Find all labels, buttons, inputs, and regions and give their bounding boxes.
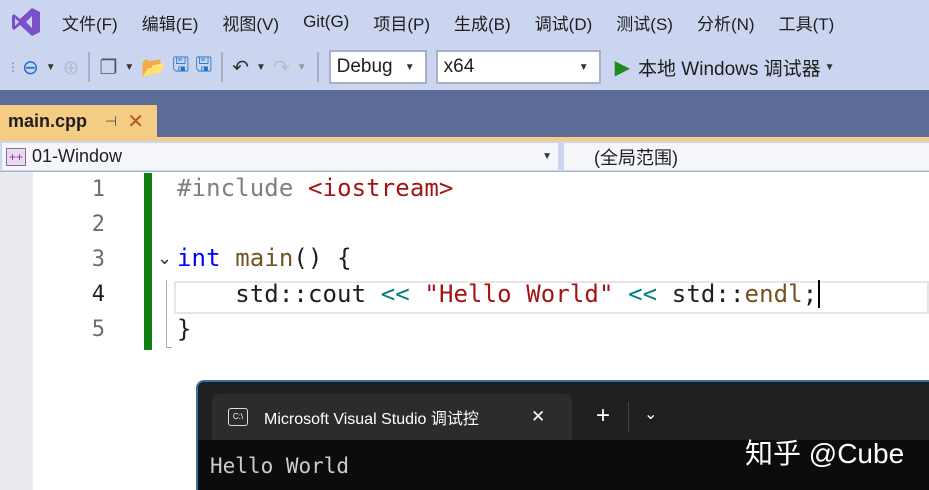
editor-margin (0, 172, 33, 490)
code-text: () { (293, 244, 352, 272)
navigate-forward-icon[interactable]: ⊕ (63, 52, 80, 82)
keyword: int (177, 244, 221, 272)
save-icon[interactable]: 🖫 (172, 52, 189, 82)
code-line-5[interactable]: } (177, 315, 192, 343)
chevron-down-icon: ▼ (542, 151, 552, 162)
project-select[interactable]: ++ 01-Window ▼ (2, 143, 558, 170)
pin-icon[interactable]: ⊣ (105, 113, 117, 130)
code-text: std::cout (235, 280, 367, 308)
save-all-icon[interactable]: 🖫 (195, 52, 212, 82)
text-cursor (818, 280, 821, 308)
navigation-bar: ++ 01-Window ▼ (全局范围) (0, 141, 929, 172)
menu-test[interactable]: 测试(S) (616, 10, 673, 35)
outline-guide (166, 280, 172, 348)
open-folder-icon[interactable]: 📂 (141, 52, 166, 82)
tab-main-cpp[interactable]: main.cpp ⊣ ✕ (0, 105, 157, 138)
operator: << (628, 280, 658, 308)
redo-dropdown-icon[interactable]: ▼ (297, 62, 307, 73)
scope-select[interactable]: (全局范围) (564, 143, 929, 170)
menu-project[interactable]: 项目(P) (373, 10, 430, 35)
chevron-down-icon: ▼ (404, 61, 415, 73)
back-dropdown-icon[interactable]: ▼ (46, 62, 56, 73)
chevron-down-icon[interactable]: ⌄ (644, 404, 657, 424)
line-number: 5 (91, 317, 105, 342)
configuration-select[interactable]: Debug ▼ (328, 50, 427, 84)
menu-view[interactable]: 视图(V) (222, 10, 279, 35)
chevron-down-icon[interactable]: ▼ (825, 62, 835, 73)
line-number: 3 (91, 247, 105, 272)
new-dropdown-icon[interactable]: ▼ (124, 62, 134, 73)
line-number: 1 (91, 177, 105, 202)
platform-value: x64 (443, 56, 475, 77)
include-path: <iostream> (307, 174, 454, 202)
code-line-4[interactable]: std::cout << "Hello World" << std::endl; (177, 280, 821, 308)
tab-title: main.cpp (8, 111, 88, 131)
code-text: ; (802, 280, 818, 308)
terminal-output: Hello World (210, 454, 350, 478)
configuration-value: Debug (336, 56, 393, 77)
line-number: 2 (91, 212, 105, 237)
string-literal: "Hello World" (424, 280, 614, 308)
close-icon[interactable]: ✕ (531, 407, 545, 427)
menu-debug[interactable]: 调试(D) (535, 10, 593, 35)
start-debugging-label: 本地 Windows 调试器 (638, 58, 821, 80)
code-text: std:: (671, 280, 745, 308)
watermark: 知乎 @Cube (745, 438, 905, 469)
separator (88, 52, 91, 82)
separator (316, 52, 319, 82)
scope-value: (全局范围) (594, 147, 678, 168)
project-value: 01-Window (32, 146, 123, 166)
menu-build[interactable]: 生成(B) (454, 10, 511, 35)
menu-edit[interactable]: 编辑(E) (142, 10, 199, 35)
console-icon: C:\ (228, 408, 248, 426)
visual-studio-logo-icon[interactable] (6, 2, 46, 42)
menu-tools[interactable]: 工具(T) (779, 10, 835, 35)
redo-icon[interactable]: ↷ (273, 52, 290, 82)
navigate-back-icon[interactable]: ⊖ (22, 52, 39, 82)
menu-file[interactable]: 文件(F) (62, 10, 118, 35)
collapse-chevron-icon[interactable]: ⌄ (157, 248, 172, 269)
new-project-icon[interactable]: ❐ (99, 52, 117, 82)
undo-icon[interactable]: ↶ (232, 52, 249, 82)
menu-analyze[interactable]: 分析(N) (697, 10, 755, 35)
toolbar: ⋮ ⊖ ▼ ⊕ ❐ ▼ 📂 🖫 🖫 ↶ ▼ ↷ ▼ Debug ▼ x64 ▼ ▶ … (0, 44, 929, 90)
chevron-down-icon: ▼ (578, 61, 589, 73)
operator: << (380, 280, 410, 308)
menu-git[interactable]: Git(G) (303, 12, 349, 32)
play-icon: ▶ (614, 56, 631, 79)
code-text: } (177, 315, 192, 343)
function-name: main (235, 244, 294, 272)
close-icon[interactable]: ✕ (127, 109, 144, 134)
separator (221, 52, 224, 82)
new-tab-icon[interactable]: + (596, 402, 610, 430)
line-number: 4 (91, 282, 105, 307)
menu-bar: 文件(F) 编辑(E) 视图(V) Git(G) 项目(P) 生成(B) 调试(… (0, 0, 929, 44)
code-line-3[interactable]: int main() { (177, 244, 352, 272)
project-icon: ++ (6, 147, 26, 166)
start-debugging-button[interactable]: ▶ 本地 Windows 调试器 ▼ (615, 54, 839, 81)
change-tracking-bar (144, 173, 152, 350)
undo-dropdown-icon[interactable]: ▼ (256, 62, 266, 73)
code-line-1[interactable]: #include <iostream> (177, 174, 453, 202)
separator (628, 402, 629, 432)
terminal-tab[interactable]: C:\ Microsoft Visual Studio 调试控 ✕ (212, 394, 572, 440)
terminal-tab-title: Microsoft Visual Studio 调试控 (264, 411, 479, 428)
platform-select[interactable]: x64 ▼ (435, 50, 601, 84)
toolbar-grip-icon[interactable]: ⋮ (7, 52, 19, 82)
function-name: endl (744, 280, 803, 308)
preprocessor: #include (177, 174, 294, 202)
